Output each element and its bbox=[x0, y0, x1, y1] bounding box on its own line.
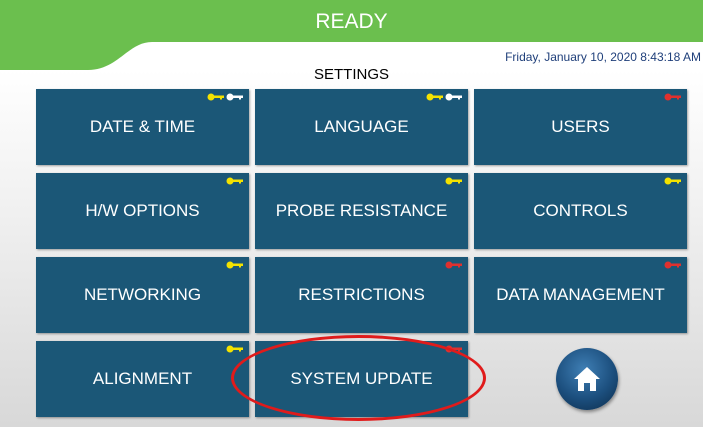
red-key-icon bbox=[445, 345, 462, 353]
red-key-icon bbox=[664, 93, 681, 101]
settings-tile-h-w-options[interactable]: H/W OPTIONS bbox=[36, 173, 249, 249]
access-keys bbox=[664, 93, 682, 101]
status-text: READY bbox=[315, 10, 388, 33]
access-keys bbox=[226, 345, 244, 353]
settings-tile-restrictions[interactable]: RESTRICTIONS bbox=[255, 257, 468, 333]
settings-tile-date-time[interactable]: DATE & TIME bbox=[36, 89, 249, 165]
tile-label: DATA MANAGEMENT bbox=[496, 285, 665, 304]
settings-tile-language[interactable]: LANGUAGE bbox=[255, 89, 468, 165]
settings-tile-data-management[interactable]: DATA MANAGEMENT bbox=[474, 257, 687, 333]
access-keys bbox=[426, 93, 463, 101]
access-keys bbox=[664, 261, 682, 269]
tile-label: LANGUAGE bbox=[314, 117, 409, 136]
yellow-key-icon bbox=[226, 345, 243, 353]
settings-tile-users[interactable]: USERS bbox=[474, 89, 687, 165]
access-keys bbox=[226, 177, 244, 185]
access-keys bbox=[445, 345, 463, 353]
datetime-display: Friday, January 10, 2020 8:43:18 AM bbox=[505, 50, 701, 64]
yellow-key-icon bbox=[426, 93, 443, 101]
white-key-icon bbox=[445, 93, 462, 101]
settings-screen: READY Friday, January 10, 2020 8:43:18 A… bbox=[0, 0, 703, 427]
access-keys bbox=[207, 93, 244, 101]
tile-label: H/W OPTIONS bbox=[85, 201, 200, 220]
settings-tile-probe-resistance[interactable]: PROBE RESISTANCE bbox=[255, 173, 468, 249]
yellow-key-icon bbox=[226, 177, 243, 185]
yellow-key-icon bbox=[664, 177, 681, 185]
settings-tile-controls[interactable]: CONTROLS bbox=[474, 173, 687, 249]
tile-label: SYSTEM UPDATE bbox=[290, 369, 433, 388]
tile-label: DATE & TIME bbox=[89, 117, 196, 136]
home-button[interactable] bbox=[556, 348, 618, 410]
access-keys bbox=[445, 177, 463, 185]
settings-tile-system-update[interactable]: SYSTEM UPDATE bbox=[255, 341, 468, 417]
red-key-icon bbox=[445, 261, 462, 269]
settings-tile-alignment[interactable]: ALIGNMENT bbox=[36, 341, 249, 417]
white-key-icon bbox=[226, 93, 243, 101]
access-keys bbox=[664, 177, 682, 185]
page-title: SETTINGS bbox=[313, 66, 389, 83]
tile-label: PROBE RESISTANCE bbox=[275, 201, 448, 220]
yellow-key-icon bbox=[207, 93, 224, 101]
access-keys bbox=[226, 261, 244, 269]
yellow-key-icon bbox=[226, 261, 243, 269]
home-icon bbox=[574, 367, 600, 391]
tile-label: ALIGNMENT bbox=[92, 369, 193, 388]
access-keys bbox=[445, 261, 463, 269]
settings-tile-networking[interactable]: NETWORKING bbox=[36, 257, 249, 333]
red-key-icon bbox=[664, 261, 681, 269]
tile-label: NETWORKING bbox=[83, 285, 202, 304]
tile-label: RESTRICTIONS bbox=[298, 285, 425, 304]
tile-label: USERS bbox=[551, 117, 610, 136]
yellow-key-icon bbox=[445, 177, 462, 185]
tile-label: CONTROLS bbox=[533, 201, 628, 220]
